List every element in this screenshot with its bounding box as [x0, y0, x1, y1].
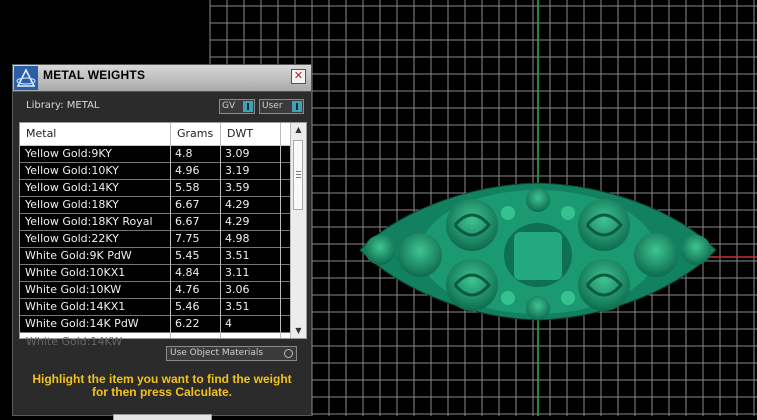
cell-grams: 6.22	[175, 317, 200, 330]
close-icon[interactable]: ✕	[291, 69, 306, 84]
cell-grams: 6.67	[175, 215, 200, 228]
column-divider	[220, 123, 221, 338]
ring-model-shape	[359, 182, 717, 321]
instruction-text: Highlight the item you want to find the …	[13, 373, 311, 399]
table-row[interactable]: Yellow Gold:18KY Royal 6.67 4.29	[20, 214, 292, 231]
cell-metal: White Gold:14K PdW	[25, 317, 139, 330]
table-row[interactable]: Yellow Gold:18KY 6.67 4.29	[20, 197, 292, 214]
radio-icon	[284, 349, 293, 358]
column-divider	[280, 123, 281, 338]
table-row[interactable]: Yellow Gold:9KY 4.8 3.09	[20, 146, 292, 163]
cell-metal: Yellow Gold:18KY Royal	[25, 215, 153, 228]
cell-grams: 4.8	[175, 147, 193, 160]
list-scrollbar[interactable]: ▲ ▼	[290, 123, 306, 338]
panel-title: METAL WEIGHTS	[43, 68, 146, 82]
metal-list[interactable]: Metal Grams DWT Yellow Gold:9KY 4.8 3.09 Ye…	[19, 122, 307, 339]
table-row[interactable]: Yellow Gold:14KY 5.58 3.59	[20, 180, 292, 197]
cell-metal: White Gold:9K PdW	[25, 249, 132, 262]
cell-dwt: 3.59	[225, 181, 250, 194]
library-label: Library: METAL	[26, 100, 100, 111]
table-row[interactable]: White Gold:10KW 4.76 3.06	[20, 282, 292, 299]
toggle-knob-icon	[243, 101, 253, 112]
table-row[interactable]: White Gold:14KX1 5.46 3.51	[20, 299, 292, 316]
cell-dwt: 3.51	[225, 249, 250, 262]
cell-grams: 4.76	[175, 283, 200, 296]
cell-dwt: 4	[225, 317, 232, 330]
gv-toggle[interactable]: GV	[219, 99, 255, 114]
table-row[interactable]: White Gold:9K PdW 5.45 3.51	[20, 248, 292, 265]
cell-dwt: 3.09	[225, 147, 250, 160]
cell-metal: Yellow Gold:22KY	[25, 232, 119, 245]
use-object-materials-label: Use Object Materials	[170, 348, 264, 358]
user-toggle[interactable]: User	[259, 99, 304, 114]
cell-grams: 4.96	[175, 164, 200, 177]
column-header-dwt[interactable]: DWT	[227, 127, 253, 140]
table-row[interactable]: White Gold:14K PdW 6.22 4	[20, 316, 292, 333]
panel-titlebar[interactable]: METAL WEIGHTS ✕	[13, 65, 311, 92]
cell-dwt: 3.19	[225, 164, 250, 177]
scroll-down-arrow-icon[interactable]: ▼	[291, 324, 306, 338]
use-object-materials-toggle[interactable]: Use Object Materials	[166, 346, 297, 361]
user-toggle-label: User	[262, 101, 283, 111]
cell-metal: White Gold:10KX1	[25, 266, 126, 279]
cell-metal: White Gold:10KW	[25, 283, 122, 296]
scroll-up-arrow-icon[interactable]: ▲	[291, 123, 306, 137]
cell-dwt: 3.06	[225, 283, 250, 296]
app-logo-icon	[14, 66, 38, 90]
column-divider	[170, 123, 171, 338]
cell-grams: 6.67	[175, 198, 200, 211]
gv-toggle-label: GV	[222, 101, 236, 111]
table-row[interactable]: Yellow Gold:10KY 4.96 3.19	[20, 163, 292, 180]
cell-dwt: 3.11	[225, 266, 250, 279]
metal-weights-panel: METAL WEIGHTS ✕ Library: METAL GV User M…	[12, 64, 312, 420]
cell-dwt: 4.29	[225, 198, 250, 211]
column-header-metal[interactable]: Metal	[26, 127, 56, 140]
calculate-button[interactable]	[113, 414, 212, 420]
cell-dwt: 4.29	[225, 215, 250, 228]
cell-grams: 4.84	[175, 266, 200, 279]
table-row[interactable]: White Gold:10KX1 4.84 3.11	[20, 265, 292, 282]
cell-grams: 5.58	[175, 181, 200, 194]
cell-metal: Yellow Gold:14KY	[25, 181, 119, 194]
cell-metal: Yellow Gold:10KY	[25, 164, 119, 177]
cell-metal: Yellow Gold:18KY	[25, 198, 119, 211]
list-header: Metal Grams DWT	[20, 123, 292, 146]
column-header-grams[interactable]: Grams	[177, 127, 213, 140]
partial-list-item: White Gold:14KW	[26, 335, 123, 348]
instruction-line: for then press Calculate.	[91, 385, 233, 399]
cell-metal: Yellow Gold:9KY	[25, 147, 112, 160]
cell-grams: 7.75	[175, 232, 200, 245]
table-row[interactable]: Yellow Gold:22KY 7.75 4.98	[20, 231, 292, 248]
cell-grams: 5.45	[175, 249, 200, 262]
toggle-knob-icon	[292, 101, 302, 112]
cell-metal: White Gold:14KX1	[25, 300, 126, 313]
cell-grams: 5.46	[175, 300, 200, 313]
cell-dwt: 3.51	[225, 300, 250, 313]
scrollbar-thumb[interactable]	[293, 140, 303, 210]
cell-dwt: 4.98	[225, 232, 250, 245]
